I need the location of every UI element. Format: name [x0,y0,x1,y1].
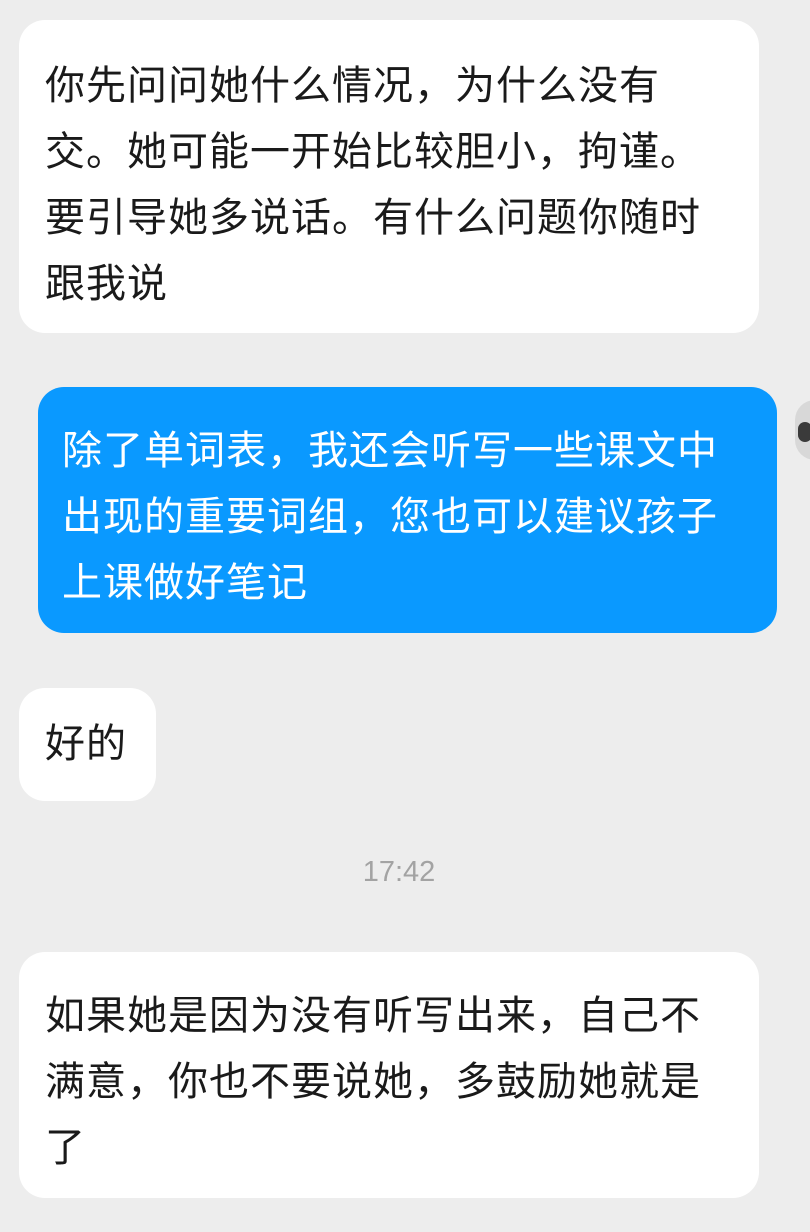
incoming-message-bubble[interactable]: 好的 [19,688,156,801]
incoming-message-bubble[interactable]: 如果她是因为没有听写出来，自己不满意，你也不要说她，多鼓励她就是了 [19,952,759,1198]
avatar-detail [798,422,810,442]
message-timestamp: 17:42 [362,856,436,888]
outgoing-message-bubble[interactable]: 除了单词表，我还会听写一些课文中出现的重要词组，您也可以建议孩子上课做好笔记 [38,387,777,633]
avatar-icon[interactable] [795,400,810,460]
incoming-message-bubble[interactable]: 你先问问她什么情况，为什么没有交。她可能一开始比较胆小，拘谨。要引导她多说话。有… [19,20,759,333]
